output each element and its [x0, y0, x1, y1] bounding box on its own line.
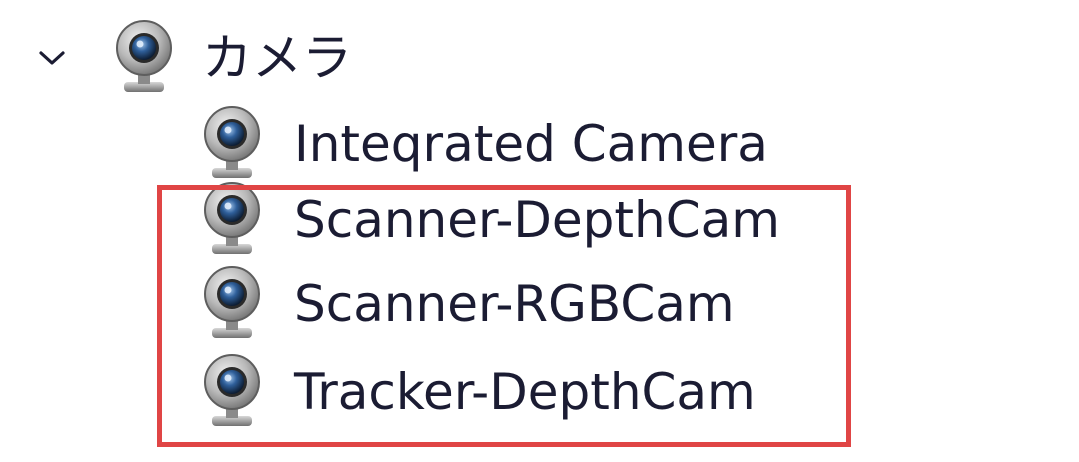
tree-category-camera[interactable]: カメラ — [30, 18, 352, 98]
category-label: カメラ — [202, 29, 352, 87]
webcam-icon — [196, 104, 268, 184]
chevron-down-icon[interactable] — [30, 36, 74, 80]
webcam-icon — [108, 18, 180, 98]
device-label: Inteqrated Camera — [294, 115, 768, 173]
device-tree: カメラ Inteqrated Camera Scanner-DepthCam S… — [0, 0, 1079, 462]
highlight-box — [157, 185, 851, 447]
tree-item-device[interactable]: Inteqrated Camera — [196, 104, 768, 184]
